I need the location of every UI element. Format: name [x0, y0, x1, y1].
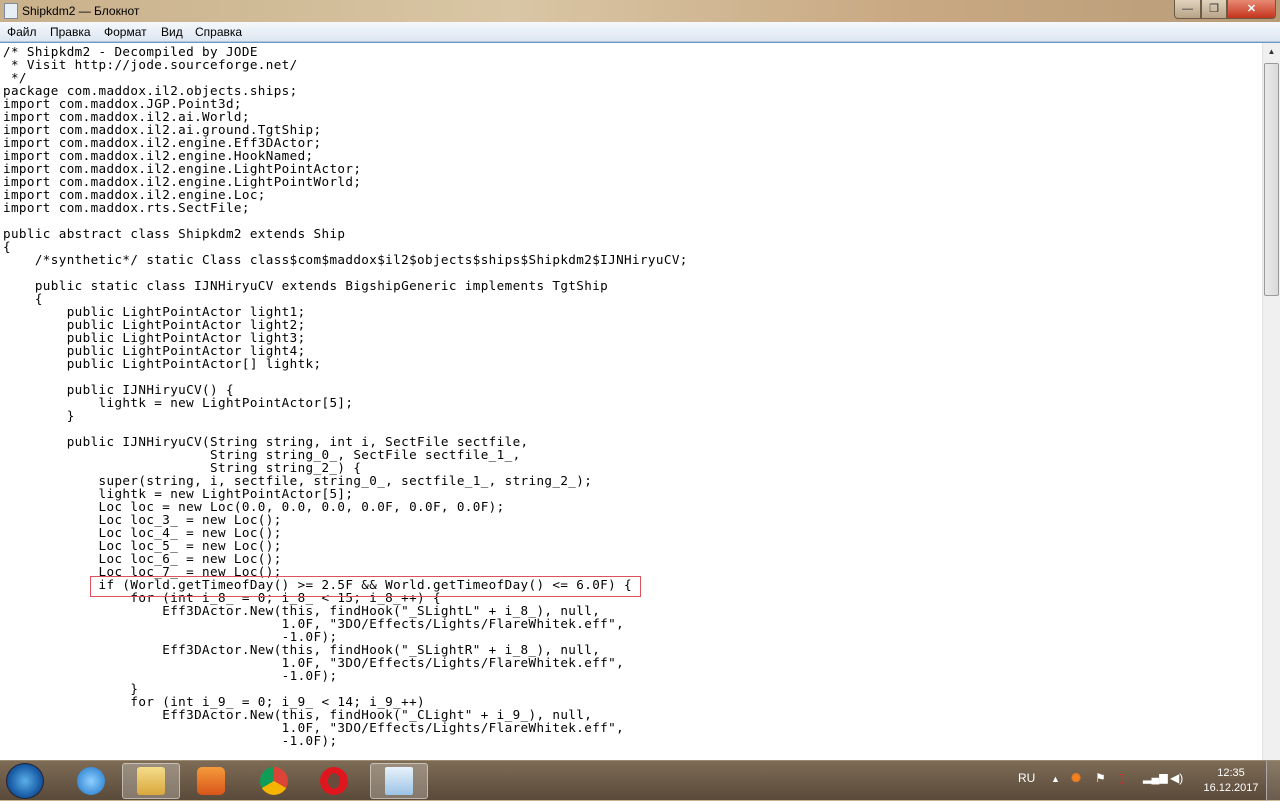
- menu-help[interactable]: Справка: [195, 25, 242, 39]
- menu-view[interactable]: Вид: [161, 25, 183, 39]
- taskbar-opera[interactable]: [305, 763, 363, 799]
- avast-icon[interactable]: ✺: [1071, 771, 1081, 785]
- menu-format[interactable]: Формат: [104, 25, 147, 39]
- window-title: Shipkdm2 — Блокнот: [22, 4, 140, 18]
- volume-icon[interactable]: ◀): [1170, 771, 1183, 785]
- show-hidden-icons-icon[interactable]: ▲: [1051, 774, 1060, 784]
- scrollbar-thumb[interactable]: [1264, 63, 1279, 296]
- restore-button[interactable]: ❐: [1201, 0, 1227, 19]
- taskbar-chrome[interactable]: [245, 763, 303, 799]
- clock[interactable]: 12:35 16.12.2017: [1198, 766, 1264, 796]
- notepad-icon: [385, 767, 413, 795]
- action-center-flag-icon[interactable]: ⚑: [1095, 771, 1106, 785]
- chrome-icon: [260, 767, 288, 795]
- internet-explorer-icon: [77, 767, 105, 795]
- minimize-button[interactable]: —: [1174, 0, 1201, 19]
- close-button[interactable]: ✕: [1227, 0, 1276, 19]
- code-line: public static class IJNHiryuCV extends B…: [3, 278, 609, 293]
- code-line: -1.0F);: [3, 733, 338, 748]
- code-text[interactable]: /* Shipkdm2 - Decompiled by JODE * Visit…: [3, 45, 688, 747]
- code-line: lightk = new LightPointActor[5];: [3, 395, 354, 410]
- taskbar: RU ▲ ✺ ⚑ ▯ ▂▄▆ ◀) 12:35 16.12.2017: [0, 760, 1280, 801]
- code-line: }: [3, 408, 75, 423]
- title-bar: Shipkdm2 — Блокнот — ❐ ✕: [0, 0, 1280, 22]
- menu-bar: Файл Правка Формат Вид Справка: [0, 22, 1280, 42]
- taskbar-notepad[interactable]: [370, 763, 428, 799]
- notepad-icon: [4, 3, 18, 19]
- menu-file[interactable]: Файл: [7, 25, 37, 39]
- power-icon[interactable]: ▯: [1118, 771, 1125, 785]
- folder-icon: [137, 767, 165, 795]
- start-button[interactable]: [6, 763, 44, 799]
- media-player-icon: [197, 767, 225, 795]
- clock-date: 16.12.2017: [1203, 782, 1259, 794]
- code-line: import com.maddox.rts.SectFile;: [3, 200, 250, 215]
- network-signal-icon[interactable]: ▂▄▆: [1143, 771, 1168, 784]
- code-line: public abstract class Shipkdm2 extends S…: [3, 226, 346, 241]
- clock-time: 12:35: [1217, 767, 1245, 779]
- opera-icon: [320, 767, 348, 795]
- code-line: public LightPointActor[] lightk;: [3, 356, 322, 371]
- taskbar-explorer[interactable]: [122, 763, 180, 799]
- taskbar-media-player[interactable]: [182, 763, 240, 799]
- taskbar-internet-explorer[interactable]: [62, 763, 120, 799]
- code-line: * Visit http://jode.sourceforge.net/: [3, 57, 298, 72]
- language-indicator[interactable]: RU: [1018, 771, 1035, 785]
- text-editor[interactable]: /* Shipkdm2 - Decompiled by JODE * Visit…: [0, 42, 1280, 761]
- highlight-box: [90, 576, 641, 597]
- code-line: /*synthetic*/ static Class class$com$mad…: [3, 252, 688, 267]
- show-desktop-button[interactable]: [1266, 761, 1280, 801]
- scroll-up-arrow-icon[interactable]: ▲: [1263, 43, 1280, 60]
- menu-edit[interactable]: Правка: [50, 25, 91, 39]
- vertical-scrollbar[interactable]: ▲: [1262, 43, 1280, 761]
